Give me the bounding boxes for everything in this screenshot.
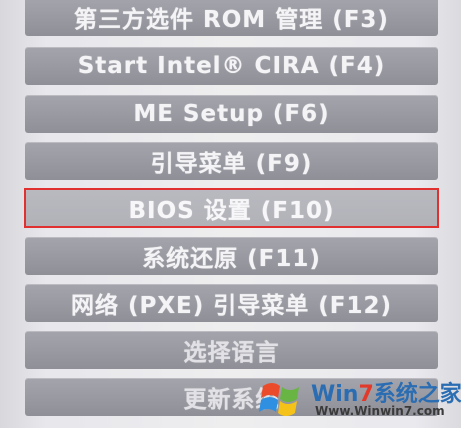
- menu-item-system-recovery[interactable]: 系统还原 (F11): [25, 237, 438, 275]
- watermark: Win7系统之家 Www.Winwin7.com: [255, 374, 461, 424]
- menu-item-me-setup[interactable]: ME Setup (F6): [25, 95, 438, 133]
- menu-item-option-rom[interactable]: 第三方选件 ROM 管理 (F3): [25, 0, 438, 36]
- menu-item-language[interactable]: 选择语言: [25, 331, 438, 369]
- menu-item-bios-setup[interactable]: BIOS 设置 (F10): [25, 189, 438, 227]
- menu-item-intel-cira[interactable]: Start Intel® CIRA (F4): [25, 47, 438, 85]
- watermark-url: Www.Winwin7.com: [315, 404, 445, 418]
- windows-logo-icon: [259, 383, 299, 416]
- menu-item-boot-menu[interactable]: 引导菜单 (F9): [25, 142, 438, 180]
- boot-menu: 第三方选件 ROM 管理 (F3) Start Intel® CIRA (F4)…: [0, 0, 461, 428]
- menu-item-network-boot[interactable]: 网络 (PXE) 引导菜单 (F12): [25, 284, 438, 322]
